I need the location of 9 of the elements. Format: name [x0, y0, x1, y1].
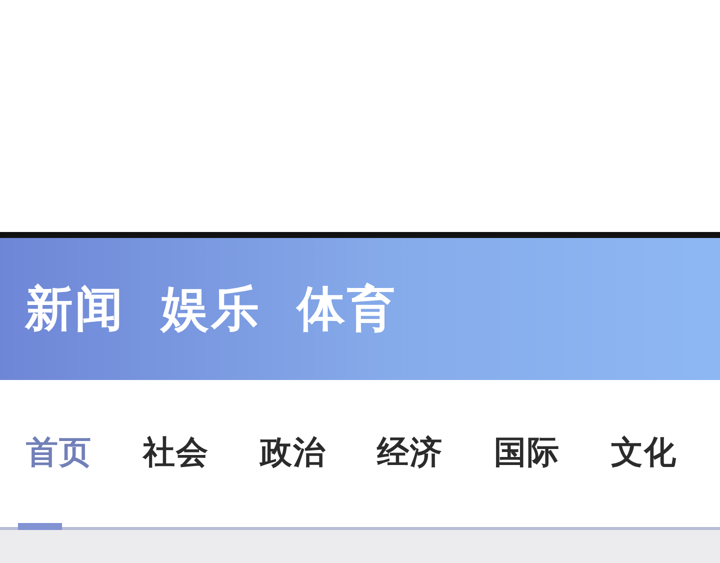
nav-tab[interactable]: 政治 [252, 431, 326, 475]
nav-tab[interactable]: 文化 [603, 431, 677, 475]
nav-tab[interactable]: 首页 [18, 431, 92, 475]
banner-title: 新闻 [25, 280, 125, 339]
nav-tab[interactable]: 社会 [135, 431, 209, 475]
nav-tab[interactable]: 国际 [486, 431, 560, 475]
banner-title: 娱乐 [161, 280, 261, 339]
banner-title: 体育 [297, 280, 397, 339]
nav-tab[interactable]: 经济 [369, 431, 443, 475]
